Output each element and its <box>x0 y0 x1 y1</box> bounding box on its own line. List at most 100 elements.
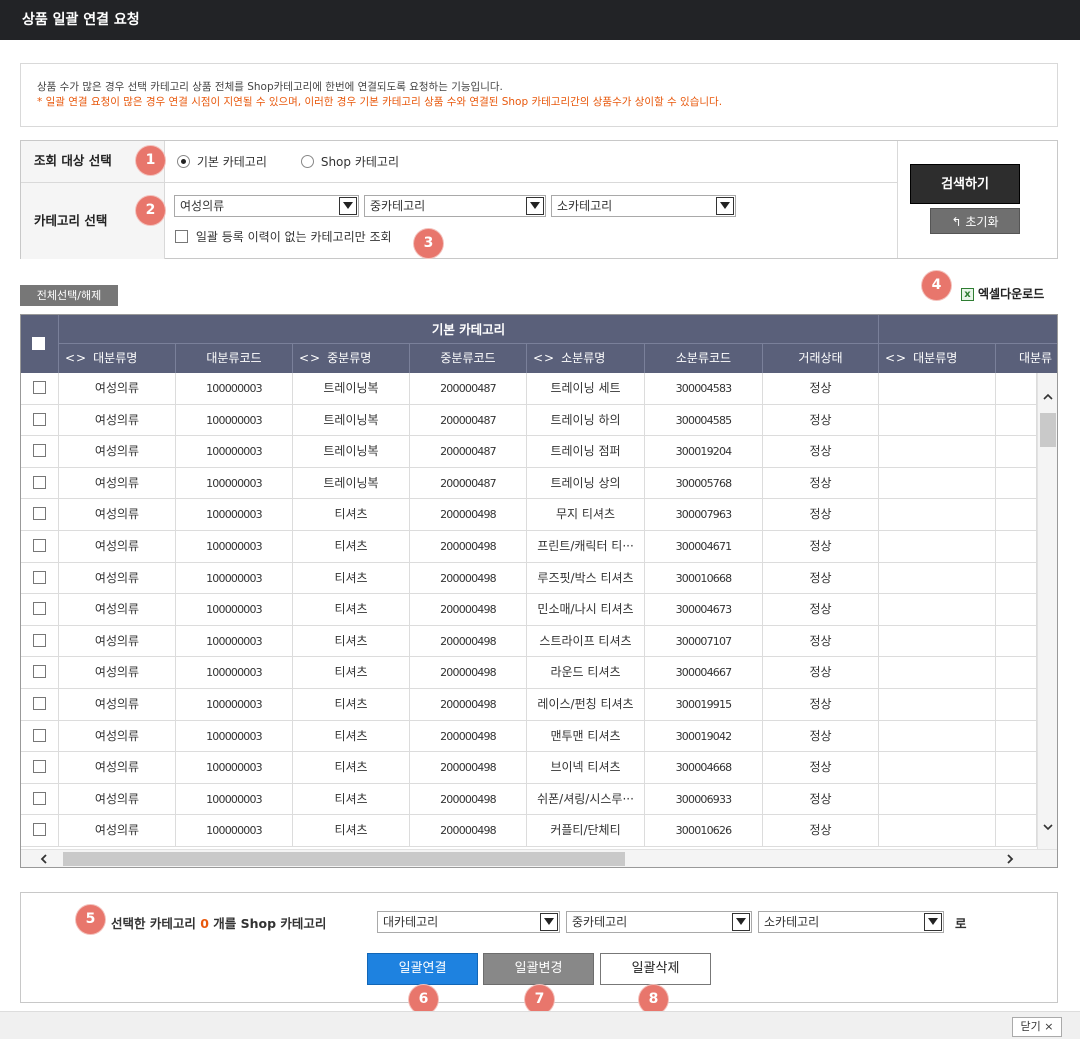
scroll-right-icon[interactable] <box>1003 853 1017 865</box>
row-check-cell <box>21 436 59 467</box>
table-cell: 300019204 <box>645 436 763 467</box>
bulk-link-button[interactable]: 일괄연결 <box>367 953 478 985</box>
table-cell <box>996 373 1037 404</box>
col-large-name-header[interactable]: <> 대분류명 <box>59 344 176 373</box>
notice-line-2: * 일괄 연결 요청이 많은 경우 연결 시점이 지연될 수 있으며, 이러한 … <box>37 96 723 108</box>
vertical-scroll-thumb[interactable] <box>1040 413 1056 447</box>
table-row[interactable]: 여성의류 100000003 티셔츠 200000498 무지 티셔츠 300007963… <box>21 499 1037 531</box>
row-checkbox[interactable] <box>33 760 46 774</box>
row-checkbox[interactable] <box>33 538 46 552</box>
search-button[interactable]: 검색하기 <box>910 164 1020 204</box>
no-history-filter[interactable]: 일괄 등록 이력이 없는 카테고리만 조회 <box>175 228 392 245</box>
row-checkbox[interactable] <box>33 381 46 394</box>
large-category-select[interactable]: 여성의류 <box>174 195 359 217</box>
reset-button[interactable]: ↰ 초기화 <box>930 208 1020 234</box>
col-status-header[interactable]: 거래상태 <box>763 344 879 373</box>
col-small-code-header[interactable]: 소분류코드 <box>645 344 763 373</box>
table-row[interactable]: 여성의류 100000003 티셔츠 200000498 브이넥 티셔츠 30000466… <box>21 752 1037 784</box>
row-checkbox[interactable] <box>33 507 46 521</box>
sort-icon[interactable]: <> <box>885 351 907 365</box>
scroll-left-icon[interactable] <box>37 853 51 865</box>
chevron-down-icon[interactable] <box>526 197 544 215</box>
table-row[interactable]: 여성의류 100000003 티셔츠 200000498 쉬폰/셔링/시스루··· 300… <box>21 783 1037 816</box>
window-title: 상품 일괄 연결 요청 <box>0 0 1080 40</box>
table-row[interactable]: 여성의류 100000003 트레이닝복 200000487 트레이닝 점퍼 300019… <box>21 436 1037 468</box>
sort-icon[interactable]: <> <box>65 351 87 365</box>
excel-download-link[interactable]: x 엑셀다운로드 <box>961 285 1044 302</box>
row-checkbox[interactable] <box>33 633 46 647</box>
col-large-code-header[interactable]: 대분류코드 <box>176 344 293 373</box>
radio-shop-category[interactable]: Shop 카테고리 <box>301 153 399 170</box>
row-checkbox[interactable] <box>33 444 46 458</box>
table-cell: 100000003 <box>176 530 293 562</box>
row-checkbox[interactable] <box>33 696 46 710</box>
table-cell: 정상 <box>763 436 879 467</box>
table-row[interactable]: 여성의류 100000003 트레이닝복 200000487 트레이닝 하의 300004… <box>21 404 1037 437</box>
row-checkbox[interactable] <box>33 412 46 426</box>
bulk-change-button[interactable]: 일괄변경 <box>483 953 594 985</box>
table-row[interactable]: 여성의류 100000003 티셔츠 200000498 민소매/나시 티셔츠 30000… <box>21 594 1037 626</box>
table-row[interactable]: 여성의류 100000003 티셔츠 200000498 루즈핏/박스 티셔츠 30001… <box>21 562 1037 595</box>
target-mid-category-select[interactable]: 중카테고리 <box>566 911 752 933</box>
target-small-category-select[interactable]: 소카테고리 <box>758 911 944 933</box>
table-cell: 300019042 <box>645 720 763 752</box>
col-large-name-2-header[interactable]: <> 대분류명 <box>879 344 996 373</box>
chevron-down-icon[interactable] <box>716 197 734 215</box>
col-mid-name-header[interactable]: <> 중분류명 <box>293 344 410 373</box>
table-cell: 200000498 <box>410 499 527 530</box>
horizontal-scrollbar[interactable] <box>21 849 1057 867</box>
col-small-name-header[interactable]: <> 소분류명 <box>527 344 645 373</box>
chevron-down-icon[interactable] <box>732 913 750 931</box>
vertical-scrollbar[interactable] <box>1037 373 1057 849</box>
row-checkbox[interactable] <box>33 728 46 742</box>
table-row[interactable]: 여성의류 100000003 티셔츠 200000498 레이스/펀칭 티셔츠 30001… <box>21 688 1037 721</box>
small-category-select[interactable]: 소카테고리 <box>551 195 736 217</box>
table-cell <box>879 752 996 783</box>
row-check-cell <box>21 499 59 530</box>
scroll-up-icon[interactable] <box>1042 391 1054 403</box>
header-select-all-checkbox[interactable] <box>32 337 45 350</box>
table-cell: 100000003 <box>176 562 293 594</box>
table-row[interactable]: 여성의류 100000003 티셔츠 200000498 프린트/캐릭터 티··· 300… <box>21 530 1037 563</box>
row-checkbox[interactable] <box>33 665 46 679</box>
mid-category-select[interactable]: 중카테고리 <box>364 195 546 217</box>
table-cell: 트레이닝 하의 <box>527 404 645 436</box>
row-check-cell <box>21 467 59 499</box>
bulk-delete-button[interactable]: 일괄삭제 <box>600 953 711 985</box>
col-large-code-2-header[interactable]: 대분류 <box>996 344 1057 373</box>
radio-shop-icon[interactable] <box>301 155 314 168</box>
bulk-text-prefix: 선택한 카테고리 <box>111 916 196 931</box>
table-cell: 100000003 <box>176 815 293 846</box>
row-checkbox[interactable] <box>33 602 46 616</box>
horizontal-scroll-thumb[interactable] <box>63 852 625 866</box>
radio-basic-category[interactable]: 기본 카테고리 <box>177 153 267 170</box>
select-all-button[interactable]: 전체선택/해제 <box>20 285 118 306</box>
table-row[interactable]: 여성의류 100000003 티셔츠 200000498 커플티/단체티 30001062… <box>21 815 1037 847</box>
table-row[interactable]: 여성의류 100000003 트레이닝복 200000487 트레이닝 세트 300004… <box>21 373 1037 405</box>
table-row[interactable]: 여성의류 100000003 트레이닝복 200000487 트레이닝 상의 300005… <box>21 467 1037 500</box>
chevron-down-icon[interactable] <box>339 197 357 215</box>
row-checkbox[interactable] <box>33 475 46 489</box>
no-history-checkbox[interactable] <box>175 230 188 243</box>
table-row[interactable]: 여성의류 100000003 티셔츠 200000498 라운드 티셔츠 30000466… <box>21 657 1037 689</box>
table-row[interactable]: 여성의류 100000003 티셔츠 200000498 맨투맨 티셔츠 30001904… <box>21 720 1037 753</box>
chevron-down-icon[interactable] <box>924 913 942 931</box>
group-header-basic: 기본 카테고리 <box>59 315 879 344</box>
excel-download-label: 엑셀다운로드 <box>978 287 1045 301</box>
excel-icon[interactable]: x <box>961 288 974 301</box>
col-mid-code-header[interactable]: 중분류코드 <box>410 344 527 373</box>
table-cell <box>879 815 996 846</box>
row-checkbox[interactable] <box>33 570 46 584</box>
close-button[interactable]: 닫기 × <box>1012 1017 1062 1037</box>
target-large-category-select[interactable]: 대카테고리 <box>377 911 560 933</box>
table-cell: 100000003 <box>176 657 293 688</box>
row-checkbox[interactable] <box>33 791 46 805</box>
scroll-down-icon[interactable] <box>1042 821 1054 833</box>
row-checkbox[interactable] <box>33 823 46 837</box>
sort-icon[interactable]: <> <box>299 351 321 365</box>
chevron-down-icon[interactable] <box>540 913 558 931</box>
step-badge-1: 1 <box>136 146 165 175</box>
table-row[interactable]: 여성의류 100000003 티셔츠 200000498 스트라이프 티셔츠 300007… <box>21 625 1037 658</box>
sort-icon[interactable]: <> <box>533 351 555 365</box>
radio-basic-icon[interactable] <box>177 155 190 168</box>
